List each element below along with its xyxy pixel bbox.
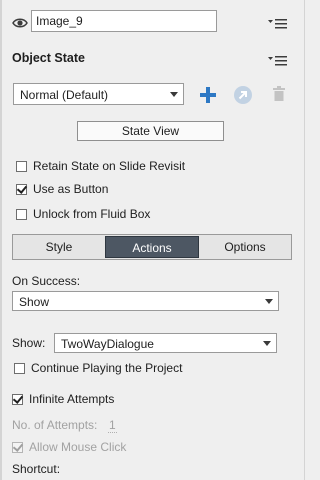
- infinite-attempts-checkbox[interactable]: [12, 393, 23, 405]
- state-menu-icon[interactable]: [267, 55, 289, 69]
- allow-mouse-click-label: Allow Mouse Click: [29, 440, 127, 454]
- continue-playing-label: Continue Playing the Project: [31, 361, 183, 375]
- attempts-value[interactable]: 1: [108, 418, 117, 433]
- use-as-button-checkbox[interactable]: [16, 183, 27, 195]
- tab-options[interactable]: Options: [199, 235, 291, 259]
- shortcut-label: Shortcut:: [12, 462, 61, 476]
- attempts-label: No. of Attempts:: [12, 418, 98, 432]
- property-tabs: Style Actions Options: [12, 234, 292, 260]
- retain-state-label: Retain State on Slide Revisit: [33, 159, 186, 173]
- continue-playing-checkbox[interactable]: [14, 362, 25, 374]
- chevron-down-icon: [170, 92, 178, 97]
- show-target-select[interactable]: TwoWayDialogue: [54, 333, 277, 353]
- use-as-button-option[interactable]: Use as Button: [16, 181, 108, 197]
- object-name-input[interactable]: [31, 10, 217, 32]
- left-edge: [0, 0, 2, 480]
- infinite-attempts-label: Infinite Attempts: [29, 392, 115, 406]
- on-success-select[interactable]: Show: [12, 291, 279, 311]
- state-select-value: Normal (Default): [20, 88, 109, 102]
- on-success-label: On Success:: [12, 274, 81, 288]
- infinite-attempts-option[interactable]: Infinite Attempts: [12, 391, 114, 407]
- object-state-title: Object State: [12, 51, 85, 65]
- continue-playing-option[interactable]: Continue Playing the Project: [14, 360, 182, 376]
- show-target-value: TwoWayDialogue: [61, 337, 154, 351]
- add-icon[interactable]: [199, 86, 217, 104]
- on-success-value: Show: [19, 295, 50, 309]
- right-edge: [304, 0, 305, 480]
- use-as-button-label: Use as Button: [33, 182, 109, 196]
- unlock-fluid-box-checkbox[interactable]: [16, 208, 27, 220]
- tab-style[interactable]: Style: [13, 235, 105, 259]
- eye-icon[interactable]: [12, 15, 28, 31]
- state-link-icon[interactable]: [233, 85, 253, 105]
- retain-state-option[interactable]: Retain State on Slide Revisit: [16, 158, 185, 174]
- tab-actions[interactable]: Actions: [105, 236, 199, 258]
- chevron-down-icon: [263, 341, 271, 346]
- allow-mouse-click-checkbox[interactable]: [12, 441, 23, 453]
- retain-state-checkbox[interactable]: [16, 160, 27, 172]
- state-view-button[interactable]: State View: [77, 121, 224, 141]
- unlock-fluid-box-label: Unlock from Fluid Box: [33, 207, 151, 221]
- show-label: Show:: [12, 336, 46, 350]
- panel-menu-icon[interactable]: [267, 18, 289, 32]
- unlock-fluid-box-option[interactable]: Unlock from Fluid Box: [16, 206, 150, 222]
- state-select[interactable]: Normal (Default): [13, 83, 184, 105]
- allow-mouse-click-option[interactable]: Allow Mouse Click: [12, 439, 126, 455]
- trash-icon[interactable]: [273, 86, 285, 102]
- chevron-down-icon: [265, 299, 273, 304]
